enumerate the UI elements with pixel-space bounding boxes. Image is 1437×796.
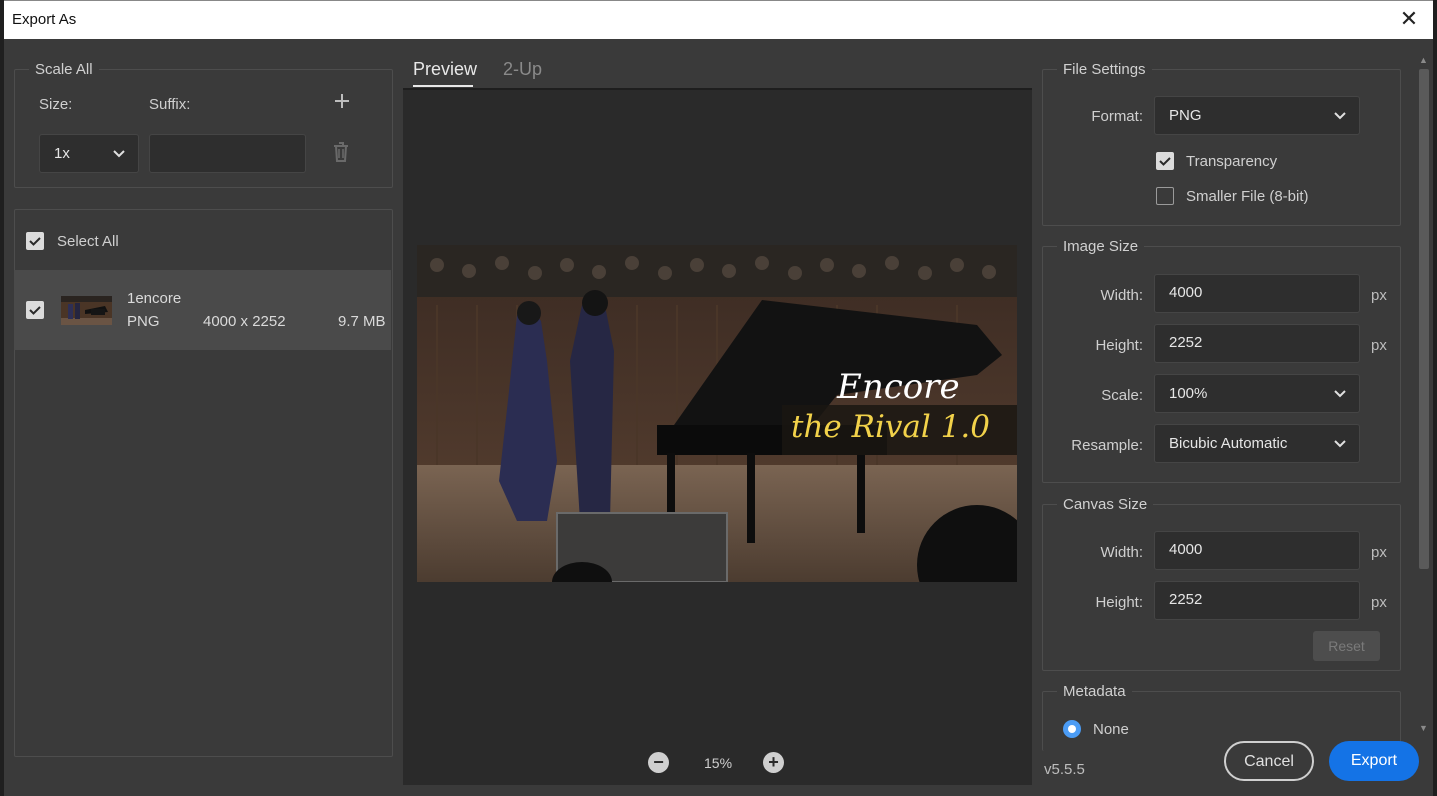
preview-text-line1: Encore [837, 367, 960, 407]
preview-image: Encore the Rival 1.0 [417, 245, 1017, 582]
canvas-width-unit: px [1371, 544, 1387, 561]
chevron-down-icon [1333, 109, 1347, 123]
asset-dimensions: 4000 x 2252 [203, 313, 286, 330]
tab-2-up[interactable]: 2-Up [503, 59, 542, 80]
transparency-checkbox[interactable] [1156, 152, 1174, 170]
zoom-level: 15% [704, 755, 733, 771]
export-button[interactable]: Export [1329, 741, 1419, 781]
reset-button[interactable]: Reset [1313, 631, 1380, 661]
resample-select[interactable]: Bicubic Automatic [1154, 424, 1360, 463]
cancel-button[interactable]: Cancel [1224, 741, 1314, 781]
metadata-none-radio[interactable] [1063, 720, 1081, 738]
title-bar: Export As ✕ [4, 0, 1433, 39]
select-all-checkbox[interactable] [26, 232, 44, 250]
trash-icon[interactable] [331, 141, 351, 163]
export-dialog: Scale All Size: Suffix: 1x Select All 1e… [4, 39, 1433, 796]
resample-label: Resample: [1071, 437, 1143, 454]
version-label: v5.5.5 [1044, 761, 1085, 778]
asset-format: PNG [127, 313, 160, 330]
chevron-down-icon [112, 147, 126, 161]
canvas-size-legend: Canvas Size [1057, 496, 1154, 513]
asset-checkbox[interactable] [26, 301, 44, 319]
tab-preview-underline [413, 85, 473, 87]
image-width-input[interactable]: 4000 [1154, 274, 1360, 313]
preview-text-line2: the Rival 1.0 [791, 409, 990, 445]
format-label: Format: [1091, 108, 1143, 125]
image-size-group: Image Size Width: 4000 px Height: 2252 p… [1042, 238, 1401, 483]
smaller-file-label: Smaller File (8-bit) [1186, 188, 1309, 205]
scale-select[interactable]: 100% [1154, 374, 1360, 413]
format-select[interactable]: PNG [1154, 96, 1360, 135]
canvas-width-label: Width: [1100, 544, 1143, 561]
scale-label: Scale: [1101, 387, 1143, 404]
zoom-out-icon[interactable]: − [648, 752, 669, 773]
chevron-down-icon [1333, 437, 1347, 451]
image-size-legend: Image Size [1057, 238, 1145, 255]
metadata-legend: Metadata [1057, 683, 1132, 700]
smaller-file-checkbox[interactable] [1156, 187, 1174, 205]
canvas-width-input[interactable]: 4000 [1154, 531, 1360, 570]
asset-file-size: 9.7 MB [338, 313, 386, 330]
window-title: Export As [12, 11, 77, 28]
image-height-input[interactable]: 2252 [1154, 324, 1360, 363]
chevron-down-icon [1333, 387, 1347, 401]
list-item[interactable]: 1encore PNG 4000 x 2252 9.7 MB [14, 270, 391, 350]
image-width-unit: px [1371, 287, 1387, 304]
size-select[interactable]: 1x [39, 134, 139, 173]
canvas-height-unit: px [1371, 594, 1387, 611]
format-select-value: PNG [1169, 107, 1202, 124]
scale-all-legend: Scale All [29, 61, 99, 78]
metadata-none-label: None [1093, 721, 1129, 738]
zoom-in-icon[interactable]: + [763, 752, 784, 773]
image-height-unit: px [1371, 337, 1387, 354]
file-settings-legend: File Settings [1057, 61, 1152, 78]
scroll-down-icon[interactable]: ▼ [1419, 723, 1428, 733]
transparency-label: Transparency [1186, 153, 1278, 170]
scrollbar-thumb[interactable] [1419, 69, 1429, 569]
size-select-value: 1x [54, 145, 70, 162]
size-label: Size: [39, 96, 73, 113]
tab-preview[interactable]: Preview [413, 59, 477, 80]
settings-scrollbar[interactable]: ▲ ▼ [1416, 53, 1432, 758]
image-height-label: Height: [1095, 337, 1143, 354]
suffix-input[interactable] [149, 134, 306, 173]
resample-select-value: Bicubic Automatic [1169, 435, 1288, 452]
image-width-label: Width: [1100, 287, 1143, 304]
canvas-size-group: Canvas Size Width: 4000 px Height: 2252 … [1042, 496, 1401, 671]
canvas-height-input[interactable]: 2252 [1154, 581, 1360, 620]
suffix-label: Suffix: [149, 96, 191, 113]
asset-thumbnail [61, 296, 112, 325]
select-all-label: Select All [57, 233, 119, 250]
canvas-height-label: Height: [1095, 594, 1143, 611]
asset-name: 1encore [127, 290, 182, 307]
scroll-up-icon[interactable]: ▲ [1419, 55, 1428, 65]
window-right-edge [1433, 0, 1437, 796]
close-icon[interactable]: ✕ [1397, 7, 1421, 31]
scale-select-value: 100% [1169, 385, 1208, 402]
file-settings-group: File Settings Format: PNG Transparency S… [1042, 61, 1401, 226]
add-scale-icon[interactable] [333, 92, 351, 110]
scale-all-group: Scale All Size: Suffix: 1x [14, 61, 393, 188]
